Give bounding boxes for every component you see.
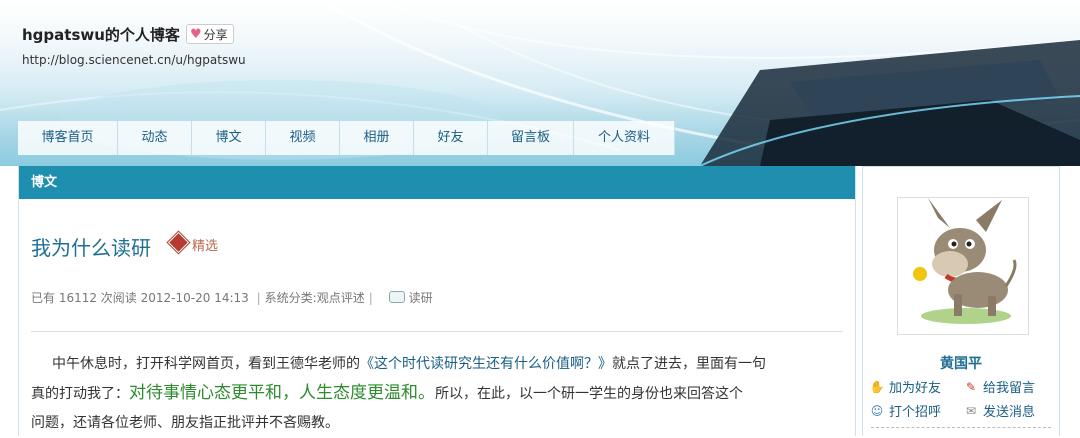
- highlighted-quote: 对待事情心态更平和，人生态度更温和。: [129, 383, 435, 403]
- blog-url[interactable]: http://blog.sciencenet.cn/u/hgpatswu: [22, 53, 246, 67]
- avatar[interactable]: [897, 197, 1029, 335]
- nav-home[interactable]: 博客首页: [18, 121, 118, 155]
- sidebar-divider: [871, 427, 1051, 428]
- meta-separator: |: [256, 291, 261, 305]
- nav-guestbook[interactable]: 留言板: [488, 121, 574, 155]
- nav-album[interactable]: 相册: [340, 121, 414, 155]
- send-message-label: 发送消息: [983, 405, 1036, 420]
- person-icon: ☺: [870, 403, 884, 418]
- add-friend-label: 加为好友: [889, 381, 942, 396]
- add-friend-button[interactable]: ✋ 加为好友: [869, 377, 942, 397]
- referenced-post-link[interactable]: 《这个时代读研究生还有什么价值啊？》: [360, 356, 612, 372]
- nav-profile[interactable]: 个人资料: [574, 121, 675, 155]
- owner-sidebar: 黄国平 ✋ 加为好友 ✎ 给我留言 ☺ 打个招呼 ✉ 发送消息: [862, 166, 1060, 436]
- post-tag[interactable]: 读研: [409, 291, 433, 305]
- post-body: 中午休息时，打开科学网首页，看到王德华老师的《这个时代读研究生还有什么价值啊？》…: [31, 350, 843, 438]
- owner-name[interactable]: 黄国平: [863, 353, 1059, 373]
- handshake-icon: ✋: [869, 379, 885, 394]
- post-title: 我为什么读研: [31, 236, 151, 260]
- donkey-avatar-image: [913, 198, 1017, 324]
- meta-divider: [31, 331, 843, 332]
- body-line-3: 问题，还请各位老师、朋友指正批评并不吝赐教。: [31, 415, 339, 431]
- meta-separator: |: [368, 291, 373, 305]
- body-text-segment: 所以，在此，以一个研一学生的身份也来回答这个: [435, 386, 743, 402]
- featured-label: 精选: [192, 239, 219, 254]
- envelope-icon: ✉: [965, 403, 977, 418]
- post-panel: 博文 我为什么读研 精选 已有 16112 次阅读 2012-10-20 14:…: [18, 166, 856, 436]
- nav-videos[interactable]: 视频: [266, 121, 340, 155]
- panel-heading: 博文: [19, 166, 855, 199]
- pencil-icon: ✎: [965, 379, 977, 394]
- heart-icon: ♥: [190, 26, 202, 42]
- leave-message-label: 给我留言: [983, 381, 1036, 396]
- body-line-2: 真的打动我了：对待事情心态更平和，人生态度更温和。所以，在此，以一个研一学生的身…: [31, 379, 843, 409]
- blog-title[interactable]: hgpatswu的个人博客: [22, 24, 180, 45]
- share-button[interactable]: ♥ 分享: [186, 24, 234, 44]
- share-label: 分享: [203, 27, 228, 42]
- nav-activity[interactable]: 动态: [118, 121, 192, 155]
- post-datetime: 2012-10-20 14:13: [140, 291, 249, 305]
- leave-message-button[interactable]: ✎ 给我留言: [963, 377, 1036, 397]
- featured-icon: [167, 231, 190, 253]
- body-line-1: 中午休息时，打开科学网首页，看到王德华老师的《这个时代读研究生还有什么价值啊？》…: [31, 350, 843, 379]
- blog-header: hgpatswu的个人博客 ♥ 分享 http://blog.sciencene…: [0, 0, 1080, 166]
- body-text-segment: 真的打动我了：: [31, 386, 129, 402]
- blog-nav: 博客首页 动态 博文 视频 相册 好友 留言板 个人资料: [18, 121, 675, 155]
- post-meta: 已有 16112 次阅读 2012-10-20 14:13 | 系统分类:观点评述…: [31, 289, 433, 306]
- send-message-button[interactable]: ✉ 发送消息: [963, 401, 1036, 421]
- featured-badge: 精选: [167, 229, 219, 254]
- post-category[interactable]: 系统分类:观点评述: [265, 291, 365, 305]
- read-count: 已有 16112 次阅读: [31, 291, 137, 305]
- greet-label: 打个招呼: [889, 405, 942, 420]
- tag-icon: [388, 291, 405, 303]
- body-text-segment: 就点了进去，里面有一句: [612, 356, 766, 372]
- nav-posts[interactable]: 博文: [192, 121, 266, 155]
- greet-button[interactable]: ☺ 打个招呼: [869, 401, 942, 421]
- nav-friends[interactable]: 好友: [414, 121, 488, 155]
- body-text-segment: 中午休息时，打开科学网首页，看到王德华老师的: [52, 356, 360, 372]
